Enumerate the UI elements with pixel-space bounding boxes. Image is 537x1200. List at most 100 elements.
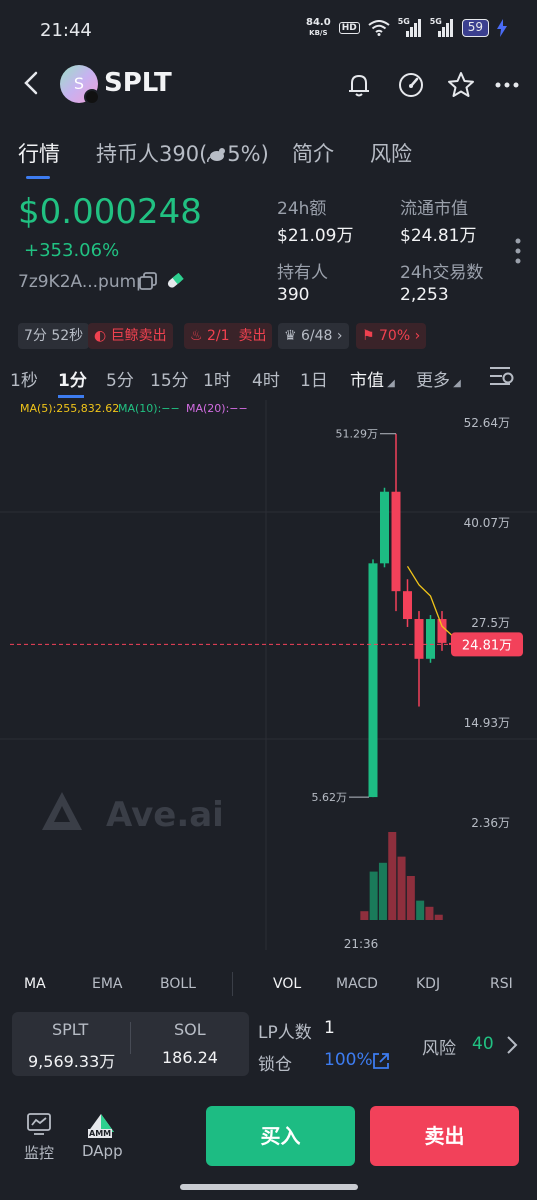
dapp-icon[interactable]: AMM: [86, 1112, 116, 1140]
volume-bar: [416, 900, 425, 920]
candle-body: [380, 491, 389, 564]
buy-button[interactable]: 买入: [206, 1106, 355, 1166]
candlestick-chart[interactable]: Ave.ai 52.64万 40.07万 27.5万 14.93万 2.36万 51.2…: [0, 395, 537, 955]
watermark-logo: Ave.ai: [42, 792, 224, 835]
y-tick-label: 14.93万: [464, 716, 510, 730]
pool-reserves-divider: [130, 1022, 131, 1054]
interval-5m[interactable]: 5分: [106, 366, 134, 391]
interval-1m[interactable]: 1分: [58, 366, 87, 391]
ratio-value: 2/1: [207, 328, 230, 344]
reserve-token-label: SPLT: [52, 1020, 89, 1039]
external-link-icon[interactable]: [372, 1052, 390, 1070]
whale-badge-label: 巨鲸卖出: [110, 328, 167, 344]
caret-icon: ◢: [384, 378, 395, 389]
indicator-vol[interactable]: VOL: [273, 976, 301, 992]
interval-1s[interactable]: 1秒: [10, 366, 38, 391]
candles: [368, 433, 458, 798]
pill-icon[interactable]: [166, 273, 184, 289]
volume-bar: [434, 914, 443, 920]
lp-count-value: 1: [324, 1018, 335, 1038]
clock: 21:44: [40, 20, 92, 41]
chevron-right-icon[interactable]: [504, 1034, 520, 1056]
chart-grid: [0, 400, 537, 950]
chevron-right-icon: ›: [414, 328, 421, 344]
crown-value: 6/48: [301, 328, 333, 344]
current-price-label: 24.81万: [462, 638, 512, 653]
high-price-label: 51.29万: [336, 428, 379, 441]
holders-label: 持有人: [277, 263, 328, 283]
mcap-toggle[interactable]: 市值 ◢: [350, 366, 395, 391]
whale-icon: ◐: [94, 328, 107, 344]
mcap-toggle-label: 市值: [350, 371, 384, 391]
wifi-icon: [368, 20, 390, 36]
candle-body: [414, 619, 424, 659]
y-tick-label: 52.64万: [464, 416, 510, 430]
whale-badge[interactable]: ◐ 巨鲸卖出: [88, 323, 173, 349]
bell-icon[interactable]: [344, 70, 374, 100]
candle-body: [426, 619, 435, 659]
rat-icon: [207, 148, 226, 163]
indicator-kdj[interactable]: KDJ: [416, 976, 440, 992]
lp-count-label: LP人数: [258, 1023, 312, 1043]
runner-icon: ⚑: [362, 328, 375, 344]
indicator-macd[interactable]: MACD: [336, 976, 378, 992]
candle-body: [391, 491, 401, 592]
charging-icon: [497, 19, 507, 37]
sell-button[interactable]: 卖出: [370, 1106, 519, 1166]
volume-bar: [406, 876, 415, 920]
tab-risk[interactable]: 风险: [370, 138, 412, 168]
lock-value[interactable]: 100%: [324, 1050, 373, 1070]
buy-sell-ratio-badge[interactable]: ♨ 2/1 卖出: [184, 323, 273, 349]
amm-label: AMM: [88, 1129, 113, 1138]
low-price-label: 5.62万: [312, 791, 348, 804]
network-speed-value: 84.0: [306, 17, 331, 28]
reserve-sol-value: 186.24: [162, 1048, 218, 1067]
lock-label: 锁仓: [258, 1055, 292, 1075]
monitor-label[interactable]: 监控: [24, 1142, 54, 1163]
watermark-text: Ave.ai: [106, 795, 224, 835]
chart-settings-icon[interactable]: [488, 364, 516, 388]
volume-bar: [425, 906, 434, 920]
risk-score-value[interactable]: 40: [472, 1034, 494, 1054]
indicator-ma[interactable]: MA: [24, 976, 46, 992]
indicator-divider: [232, 972, 233, 996]
star-icon[interactable]: [446, 70, 476, 100]
tab-holders[interactable]: 持币人390(5%): [96, 138, 269, 168]
indicator-ema[interactable]: EMA: [92, 976, 123, 992]
more-intervals[interactable]: 更多 ◢: [416, 366, 461, 391]
crown-badge[interactable]: ♛ 6/48 ›: [278, 323, 349, 349]
interval-1d[interactable]: 1日: [300, 366, 328, 391]
back-arrow-icon[interactable]: [18, 68, 48, 98]
tab-market[interactable]: 行情: [18, 138, 60, 168]
token-name: SPLT: [104, 68, 172, 98]
volume-label: 24h额: [277, 199, 327, 219]
ratio-action: 卖出: [238, 328, 267, 344]
home-indicator[interactable]: [180, 1184, 358, 1190]
contract-address: 7z9K2A...pump: [18, 272, 147, 292]
price-change: +353.06%: [24, 240, 120, 261]
y-tick-label: 2.36万: [471, 816, 510, 830]
tx-count-label: 24h交易数: [400, 263, 484, 283]
dapp-label[interactable]: DApp: [82, 1142, 123, 1160]
mcap-value: $24.81万: [400, 226, 477, 246]
solana-badge-icon: [84, 89, 100, 105]
runner-badge[interactable]: ⚑ 70% ›: [356, 323, 427, 349]
network-speed: 84.0 KB/S: [306, 18, 331, 38]
indicator-boll[interactable]: BOLL: [160, 976, 196, 992]
monitor-icon[interactable]: [26, 1112, 52, 1136]
reserve-token-value: 9,569.33万: [28, 1052, 116, 1071]
more-intervals-label: 更多: [416, 371, 450, 391]
interval-4h[interactable]: 4时: [252, 366, 280, 391]
risk-score-label[interactable]: 风险: [422, 1034, 456, 1059]
more-horizontal-icon[interactable]: [492, 70, 522, 100]
copy-icon[interactable]: [138, 271, 158, 291]
reserve-sol-label: SOL: [174, 1020, 206, 1039]
tab-intro[interactable]: 简介: [292, 138, 334, 168]
caret-icon: ◢: [450, 378, 461, 389]
gauge-icon[interactable]: [396, 70, 426, 100]
interval-15m[interactable]: 15分: [150, 366, 189, 391]
status-bar: 21:44 84.0 KB/S HD 5G 5G 59: [0, 0, 537, 60]
more-vertical-icon[interactable]: [514, 238, 522, 264]
interval-1h[interactable]: 1时: [203, 366, 231, 391]
indicator-rsi[interactable]: RSI: [490, 976, 513, 992]
